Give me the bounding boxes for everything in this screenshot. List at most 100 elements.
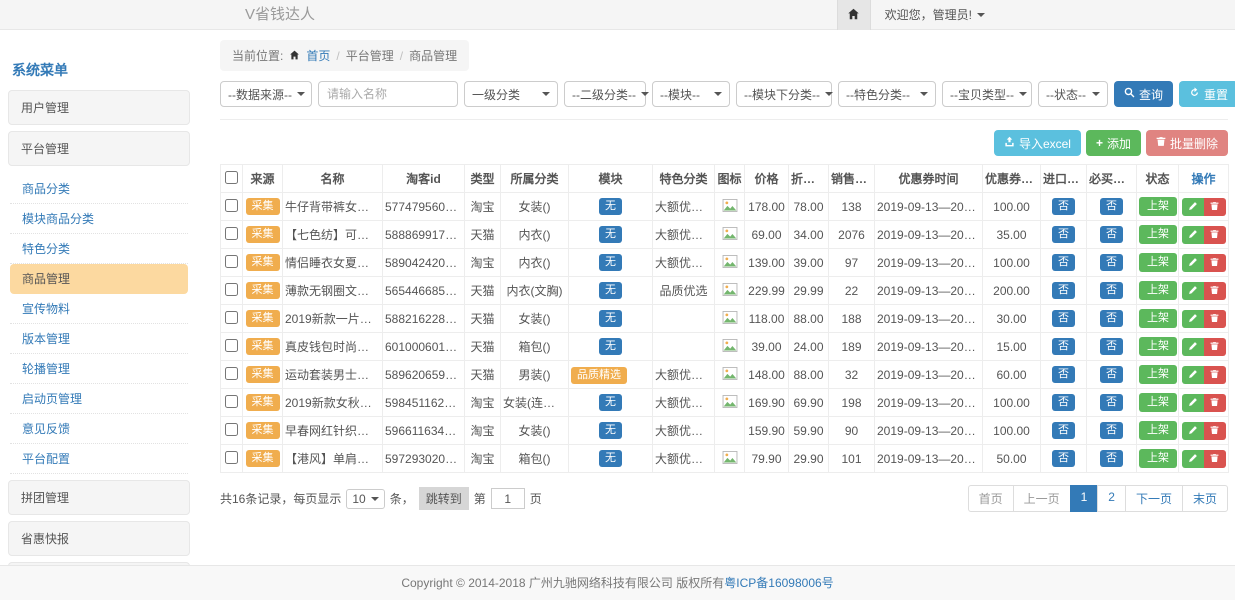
must-buy-toggle[interactable]: 否	[1100, 422, 1123, 439]
page-number-input[interactable]	[491, 488, 525, 509]
filter-select-after-1[interactable]: --二级分类--	[564, 81, 646, 107]
imported-toggle[interactable]: 否	[1052, 450, 1075, 467]
delete-button[interactable]	[1204, 422, 1226, 440]
filter-select-after-6[interactable]: --状态--	[1038, 81, 1108, 107]
edit-button[interactable]	[1182, 394, 1204, 412]
pager-item-3[interactable]: 2	[1097, 485, 1126, 512]
imported-toggle[interactable]: 否	[1052, 226, 1075, 243]
status-badge[interactable]: 上架	[1139, 449, 1177, 468]
filter-select-after-2[interactable]: --模块--	[652, 81, 730, 107]
imported-toggle[interactable]: 否	[1052, 254, 1075, 271]
edit-button[interactable]	[1182, 226, 1204, 244]
must-buy-toggle[interactable]: 否	[1100, 282, 1123, 299]
status-badge[interactable]: 上架	[1139, 421, 1177, 440]
sidebar-group-13[interactable]: 省惠快报	[8, 521, 190, 556]
must-buy-toggle[interactable]: 否	[1100, 310, 1123, 327]
must-buy-toggle[interactable]: 否	[1100, 198, 1123, 215]
row-checkbox[interactable]	[225, 227, 238, 240]
name-search-input[interactable]	[318, 81, 458, 107]
delete-button[interactable]	[1204, 366, 1226, 384]
sidebar-item-3[interactable]: 模块商品分类	[10, 204, 188, 234]
imported-toggle[interactable]: 否	[1052, 198, 1075, 215]
icp-link[interactable]: 粤ICP备16098006号	[724, 576, 833, 590]
row-checkbox[interactable]	[225, 395, 238, 408]
row-checkbox[interactable]	[225, 283, 238, 296]
status-badge[interactable]: 上架	[1139, 393, 1177, 412]
row-checkbox[interactable]	[225, 339, 238, 352]
imported-toggle[interactable]: 否	[1052, 394, 1075, 411]
batch-delete-button[interactable]: 批量删除	[1146, 130, 1228, 156]
sidebar-item-11[interactable]: 平台配置	[10, 444, 188, 474]
delete-button[interactable]	[1204, 254, 1226, 272]
pager-item-5[interactable]: 末页	[1182, 485, 1228, 512]
must-buy-toggle[interactable]: 否	[1100, 366, 1123, 383]
select-all-checkbox[interactable]	[225, 171, 238, 184]
row-checkbox[interactable]	[225, 367, 238, 380]
must-buy-toggle[interactable]: 否	[1100, 226, 1123, 243]
delete-button[interactable]	[1204, 282, 1226, 300]
status-badge[interactable]: 上架	[1139, 253, 1177, 272]
filter-select-after-5[interactable]: --宝贝类型--	[942, 81, 1032, 107]
edit-button[interactable]	[1182, 282, 1204, 300]
home-button[interactable]	[837, 0, 871, 30]
edit-button[interactable]	[1182, 450, 1204, 468]
filter-select-after-0[interactable]: 一级分类	[464, 81, 558, 107]
edit-button[interactable]	[1182, 310, 1204, 328]
must-buy-toggle[interactable]: 否	[1100, 338, 1123, 355]
must-buy-toggle[interactable]: 否	[1100, 394, 1123, 411]
row-checkbox[interactable]	[225, 423, 238, 436]
filter-select-after-4[interactable]: --特色分类--	[838, 81, 936, 107]
must-buy-toggle[interactable]: 否	[1100, 254, 1123, 271]
delete-button[interactable]	[1204, 226, 1226, 244]
imported-toggle[interactable]: 否	[1052, 366, 1075, 383]
breadcrumb-home-link[interactable]: 首页	[306, 47, 330, 64]
status-badge[interactable]: 上架	[1139, 197, 1177, 216]
imported-toggle[interactable]: 否	[1052, 338, 1075, 355]
delete-button[interactable]	[1204, 310, 1226, 328]
row-checkbox[interactable]	[225, 311, 238, 324]
pager-item-0[interactable]: 首页	[968, 485, 1014, 512]
edit-button[interactable]	[1182, 198, 1204, 216]
add-button[interactable]: + 添加	[1086, 130, 1141, 156]
imported-toggle[interactable]: 否	[1052, 282, 1075, 299]
imported-toggle[interactable]: 否	[1052, 422, 1075, 439]
reset-button[interactable]: 重置	[1179, 81, 1235, 107]
sidebar-group-0[interactable]: 用户管理	[8, 90, 190, 125]
page-size-select[interactable]: 10	[346, 489, 384, 509]
delete-button[interactable]	[1204, 450, 1226, 468]
row-checkbox[interactable]	[225, 199, 238, 212]
pager-item-2[interactable]: 1	[1070, 485, 1099, 512]
jump-button[interactable]: 跳转到	[419, 487, 469, 510]
sidebar-item-2[interactable]: 商品分类	[10, 174, 188, 204]
sidebar-item-7[interactable]: 版本管理	[10, 324, 188, 354]
sidebar-item-9[interactable]: 启动页管理	[10, 384, 188, 414]
sidebar-group-1[interactable]: 平台管理	[8, 131, 190, 166]
edit-button[interactable]	[1182, 254, 1204, 272]
filter-select-after-3[interactable]: --模块下分类--	[736, 81, 832, 107]
delete-button[interactable]	[1204, 338, 1226, 356]
row-checkbox[interactable]	[225, 451, 238, 464]
edit-button[interactable]	[1182, 366, 1204, 384]
status-badge[interactable]: 上架	[1139, 309, 1177, 328]
sidebar-item-6[interactable]: 宣传物料	[10, 294, 188, 324]
delete-button[interactable]	[1204, 394, 1226, 412]
status-badge[interactable]: 上架	[1139, 281, 1177, 300]
row-checkbox[interactable]	[225, 255, 238, 268]
status-badge[interactable]: 上架	[1139, 365, 1177, 384]
edit-button[interactable]	[1182, 422, 1204, 440]
search-button[interactable]: 查询	[1114, 81, 1173, 107]
status-badge[interactable]: 上架	[1139, 337, 1177, 356]
must-buy-toggle[interactable]: 否	[1100, 450, 1123, 467]
imported-toggle[interactable]: 否	[1052, 310, 1075, 327]
sidebar-item-4[interactable]: 特色分类	[10, 234, 188, 264]
edit-button[interactable]	[1182, 338, 1204, 356]
user-menu[interactable]: 欢迎您，管理员!	[871, 0, 985, 30]
sidebar-group-12[interactable]: 拼团管理	[8, 480, 190, 515]
pager-item-4[interactable]: 下一页	[1125, 485, 1183, 512]
status-badge[interactable]: 上架	[1139, 225, 1177, 244]
pager-item-1[interactable]: 上一页	[1013, 485, 1071, 512]
sidebar-item-8[interactable]: 轮播管理	[10, 354, 188, 384]
filter-select-before-0[interactable]: --数据来源--	[220, 81, 312, 107]
import-excel-button[interactable]: 导入excel	[994, 130, 1081, 156]
sidebar-item-10[interactable]: 意见反馈	[10, 414, 188, 444]
